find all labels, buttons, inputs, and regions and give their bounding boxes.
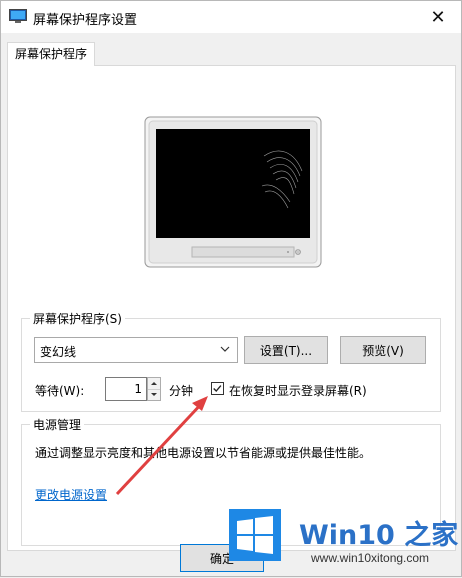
spin-down-icon[interactable] xyxy=(148,389,160,400)
resume-login-checkbox[interactable] xyxy=(211,382,224,395)
change-power-settings-link[interactable]: 更改电源设置 xyxy=(35,486,107,503)
wait-minutes-input[interactable]: 1 xyxy=(105,377,147,401)
watermark: Win10 之家 www.win10xitong.com xyxy=(229,509,462,578)
wait-unit-label: 分钟 xyxy=(169,384,194,398)
close-icon: ✕ xyxy=(430,6,446,28)
monitor-preview xyxy=(144,116,322,268)
tab-panel: 屏幕保护程序(S) 变幻线 设置(T)... 预览(V) 等待(W): 1 分钟… xyxy=(7,65,456,551)
title-bar: 屏幕保护程序设置 ✕ xyxy=(1,1,461,33)
watermark-brand: Win10 之家 xyxy=(299,520,459,551)
check-icon xyxy=(213,385,222,393)
screensaver-group-title: 屏幕保护程序(S) xyxy=(30,310,125,327)
windows-logo-icon xyxy=(229,509,281,561)
close-button[interactable]: ✕ xyxy=(415,1,461,33)
tab-screensaver[interactable]: 屏幕保护程序 xyxy=(7,42,95,66)
window-title: 屏幕保护程序设置 xyxy=(33,13,138,28)
wait-label: 等待(W): xyxy=(35,384,85,398)
screensaver-group: 屏幕保护程序(S) 变幻线 设置(T)... 预览(V) 等待(W): 1 分钟… xyxy=(21,310,441,412)
watermark-url: www.win10xitong.com xyxy=(311,551,430,565)
screensaver-dropdown[interactable]: 变幻线 xyxy=(34,337,238,363)
preview-button-label: 预览(V) xyxy=(362,343,404,358)
resume-login-label[interactable]: 在恢复时显示登录屏幕(R) xyxy=(229,382,367,399)
wait-minutes-stepper xyxy=(147,377,161,401)
screensaver-selected-value: 变幻线 xyxy=(40,345,77,359)
settings-button[interactable]: 设置(T)... xyxy=(244,336,328,364)
screensaver-settings-window: 屏幕保护程序设置 ✕ 屏幕保护程序 屏幕保护程序(S) 变幻线 设置(T)...… xyxy=(0,0,462,577)
power-group-title: 电源管理 xyxy=(30,416,85,433)
settings-button-label: 设置(T)... xyxy=(259,343,313,358)
chevron-down-icon xyxy=(220,346,230,352)
power-description: 通过调整显示亮度和其他电源设置以节省能源或提供最佳性能。 xyxy=(35,446,372,460)
preview-button[interactable]: 预览(V) xyxy=(340,336,426,364)
screensaver-app-icon xyxy=(9,9,27,23)
